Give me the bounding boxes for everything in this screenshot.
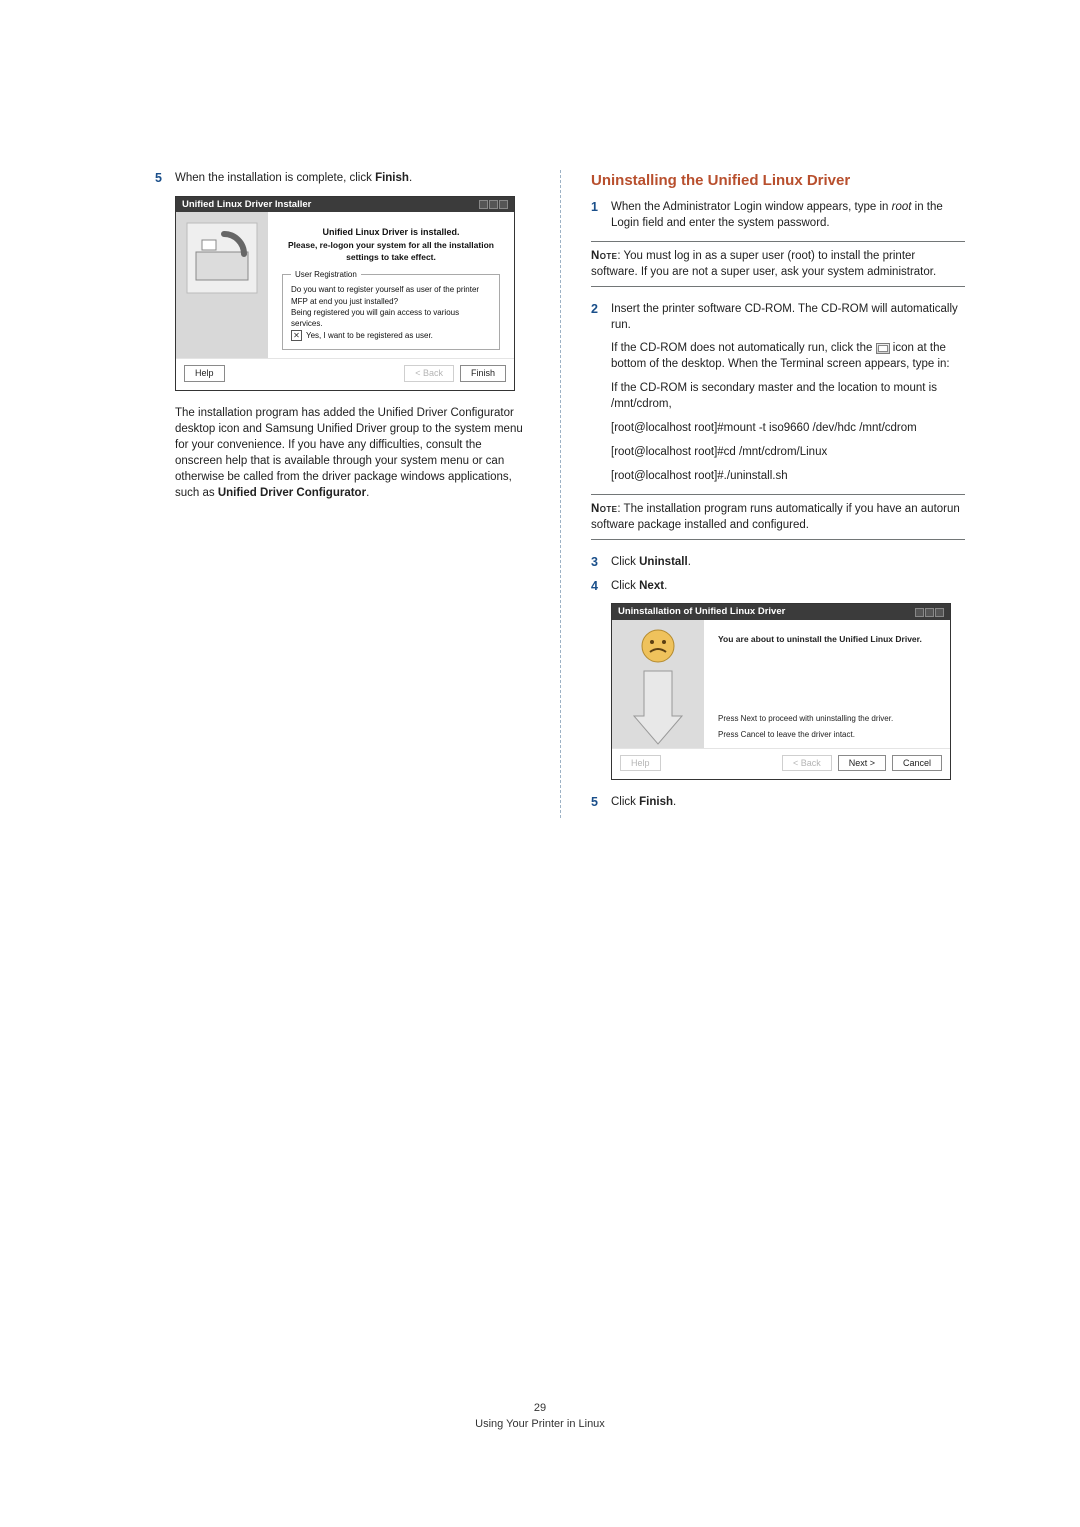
dialog-titlebar: Uninstallation of Unified Linux Driver	[612, 604, 950, 619]
uninstaller-screenshot: Uninstallation of Unified Linux Driver	[611, 603, 951, 780]
note-text: : You must log in as a super user (root)…	[591, 250, 936, 278]
register-checkbox[interactable]: ✕	[291, 330, 302, 341]
installer-description: The installation program has added the U…	[175, 405, 530, 502]
text-italic: root	[892, 201, 912, 213]
step-number: 1	[591, 199, 611, 217]
dialog-title: Uninstallation of Unified Linux Driver	[618, 605, 785, 618]
right-step-4: 4 Click Next.	[591, 578, 965, 596]
fieldset-text: Do you want to register yourself as user…	[291, 284, 491, 306]
right-column: Uninstalling the Unified Linux Driver 1 …	[560, 170, 965, 818]
note-label: Note	[591, 250, 617, 262]
step-text: When the installation is complete, click…	[175, 170, 530, 186]
section-title: Uninstalling the Unified Linux Driver	[591, 170, 965, 191]
step-text: Click Uninstall.	[611, 554, 965, 570]
step-number: 4	[591, 578, 611, 596]
note-superuser: Note: You must log in as a super user (r…	[591, 241, 965, 287]
cancel-button[interactable]: Cancel	[892, 755, 942, 772]
dialog-heading: Unified Linux Driver is installed.	[282, 226, 500, 239]
cdrom-instruction: If the CD-ROM does not automatically run…	[611, 340, 965, 372]
dialog-side-graphic	[176, 212, 268, 359]
text: The installation program has added the U…	[175, 407, 523, 499]
dialog-line: You are about to uninstall the Unified L…	[718, 634, 936, 646]
back-button: < Back	[782, 755, 832, 772]
text: .	[688, 556, 691, 568]
step-number: 2	[591, 301, 611, 319]
text-bold: Unified Driver Configurator	[218, 487, 366, 499]
user-registration-fieldset: User Registration Do you want to registe…	[282, 274, 500, 350]
note-text: : The installation program runs automati…	[591, 503, 960, 531]
left-column: 5 When the installation is complete, cli…	[155, 170, 560, 818]
back-button: < Back	[404, 365, 454, 382]
right-step-5: 5 Click Finish.	[591, 794, 965, 812]
finish-button[interactable]: Finish	[460, 365, 506, 382]
step-text: Insert the printer software CD-ROM. The …	[611, 301, 965, 333]
text: When the Administrator Login window appe…	[611, 201, 892, 213]
help-button: Help	[620, 755, 661, 772]
text: Click	[611, 556, 639, 568]
text: .	[664, 580, 667, 592]
step-text: When the Administrator Login window appe…	[611, 199, 965, 231]
text-bold: Uninstall	[639, 556, 688, 568]
legend: User Registration	[291, 269, 361, 280]
note-autorun: Note: The installation program runs auto…	[591, 494, 965, 540]
mount-instruction: If the CD-ROM is secondary master and th…	[611, 380, 965, 412]
command-line: [root@localhost root]#./uninstall.sh	[611, 468, 965, 484]
installer-screenshot: Unified Linux Driver Installer Unified L	[175, 196, 515, 391]
text: Click	[611, 580, 639, 592]
text: .	[409, 172, 412, 184]
step-number: 5	[155, 170, 175, 188]
window-controls	[479, 200, 508, 209]
text-bold: Finish	[639, 796, 673, 808]
checkbox-label: Yes, I want to be registered as user.	[306, 330, 433, 341]
terminal-icon	[876, 343, 890, 354]
command-line: [root@localhost root]#mount -t iso9660 /…	[611, 420, 965, 436]
text-bold: Next	[639, 580, 664, 592]
page-number: 29	[0, 1401, 1080, 1416]
step-text: Click Next.	[611, 578, 965, 594]
step-text: Click Finish.	[611, 794, 965, 810]
dialog-line: Press Next to proceed with uninstalling …	[718, 713, 936, 724]
register-checkbox-row: ✕ Yes, I want to be registered as user.	[291, 330, 491, 341]
text: Click	[611, 796, 639, 808]
text: .	[673, 796, 676, 808]
step-number: 3	[591, 554, 611, 572]
window-controls	[915, 608, 944, 617]
note-label: Note	[591, 503, 617, 515]
dialog-line: Press Cancel to leave the driver intact.	[718, 729, 936, 740]
right-step-1: 1 When the Administrator Login window ap…	[591, 199, 965, 231]
dialog-titlebar: Unified Linux Driver Installer	[176, 197, 514, 212]
dialog-side-graphic	[612, 620, 704, 748]
left-step-5: 5 When the installation is complete, cli…	[155, 170, 530, 188]
page-caption: Using Your Printer in Linux	[0, 1417, 1080, 1432]
fieldset-text: Being registered you will gain access to…	[291, 307, 491, 329]
text-bold: Finish	[375, 172, 409, 184]
right-step-2: 2 Insert the printer software CD-ROM. Th…	[591, 301, 965, 333]
next-button[interactable]: Next >	[838, 755, 886, 772]
command-line: [root@localhost root]#cd /mnt/cdrom/Linu…	[611, 444, 965, 460]
right-step-3: 3 Click Uninstall.	[591, 554, 965, 572]
page-footer: 29 Using Your Printer in Linux	[0, 1401, 1080, 1432]
dialog-subheading: Please, re-logon your system for all the…	[282, 240, 500, 264]
text: If the CD-ROM does not automatically run…	[611, 342, 876, 354]
help-button[interactable]: Help	[184, 365, 225, 382]
text: When the installation is complete, click	[175, 172, 375, 184]
step-number: 5	[591, 794, 611, 812]
dialog-title: Unified Linux Driver Installer	[182, 198, 311, 211]
text: .	[366, 487, 369, 499]
